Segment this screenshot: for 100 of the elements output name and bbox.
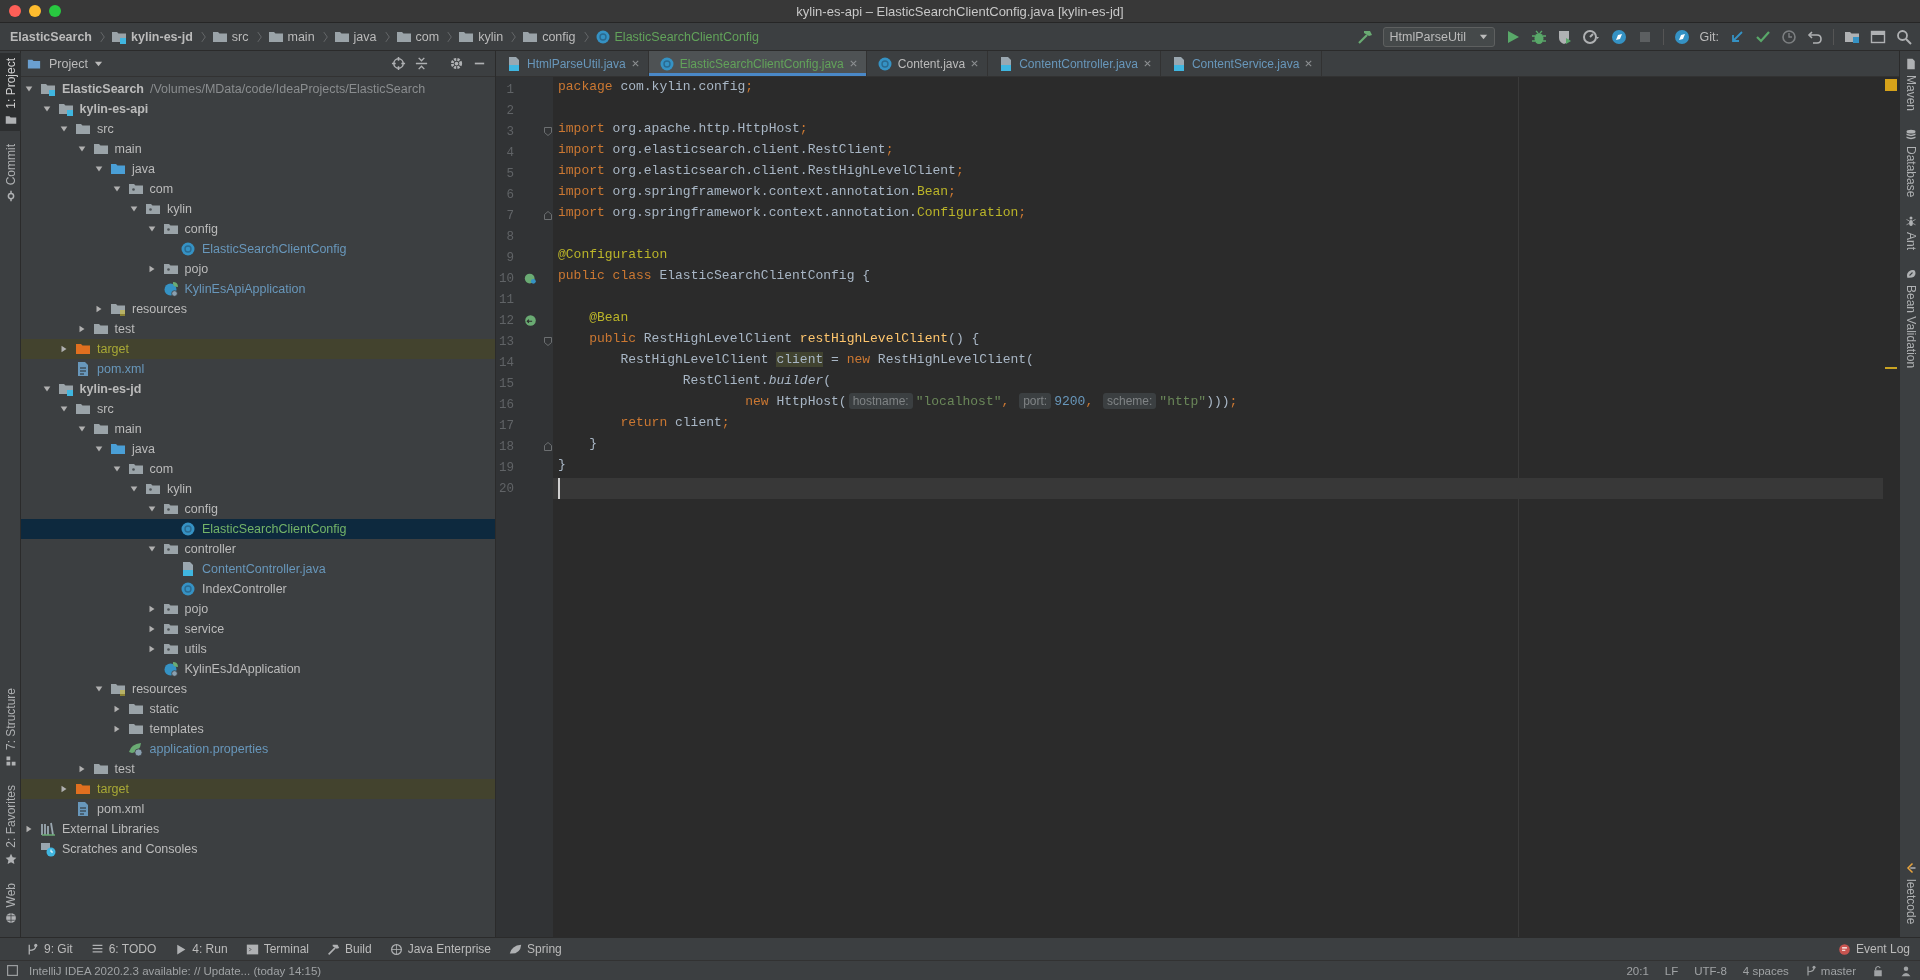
triangle-down-icon[interactable] xyxy=(76,424,87,434)
tool-window-button[interactable]: Build xyxy=(327,942,372,956)
tree-item[interactable]: pojo xyxy=(21,599,495,619)
editor-tab[interactable]: HtmlParseUtil.java xyxy=(496,51,649,76)
breadcrumb[interactable]: kylin-es-jd xyxy=(111,28,193,45)
tool-window-button[interactable]: 4: Run xyxy=(174,942,228,956)
search-icon[interactable] xyxy=(1896,28,1912,45)
tree-item[interactable]: controller xyxy=(21,539,495,559)
tree-item[interactable]: ContentController.java xyxy=(21,559,495,579)
tree-item[interactable]: service xyxy=(21,619,495,639)
editor-tab[interactable]: ContentService.java xyxy=(1160,51,1323,76)
zoom-button[interactable] xyxy=(49,5,61,17)
breadcrumb[interactable]: ElasticSearch xyxy=(10,29,92,44)
tree-item[interactable]: main xyxy=(21,419,495,439)
window-icon[interactable] xyxy=(1870,28,1886,45)
tree-item[interactable]: utils xyxy=(21,639,495,659)
panel-toggle-icon[interactable] xyxy=(6,964,19,977)
triangle-down-icon[interactable] xyxy=(129,204,139,214)
tree-item[interactable]: IndexController xyxy=(21,579,495,599)
tree-item[interactable]: static xyxy=(21,699,495,719)
tree-item[interactable]: com xyxy=(21,459,495,479)
triangle-down-icon[interactable] xyxy=(94,164,104,174)
tree-item[interactable]: target xyxy=(21,779,495,799)
status-widget[interactable]: 20:1 xyxy=(1626,964,1649,977)
tool-window-button[interactable]: Database xyxy=(1900,124,1920,203)
tree-item[interactable]: pojo xyxy=(21,259,495,279)
run-configuration-dropdown[interactable]: HtmlParseUtil xyxy=(1382,26,1495,47)
tool-window-button[interactable]: 6: TODO xyxy=(90,942,157,956)
branch-widget[interactable]: master xyxy=(1804,964,1856,977)
tree-item[interactable]: test xyxy=(21,759,495,779)
tree-item[interactable]: src xyxy=(21,119,495,139)
breadcrumb[interactable]: java xyxy=(333,28,377,45)
breadcrumb[interactable]: main xyxy=(267,28,315,45)
tree-item[interactable]: kylin-es-jd xyxy=(21,379,495,399)
project-view-dropdown[interactable]: Project xyxy=(49,56,103,71)
tree-item[interactable]: External Libraries xyxy=(21,819,495,839)
triangle-down-icon[interactable] xyxy=(146,224,157,234)
tree-item[interactable]: pom.xml xyxy=(21,799,495,819)
minimize-button[interactable] xyxy=(29,5,41,17)
triangle-down-icon[interactable] xyxy=(146,504,157,514)
tree-item[interactable]: KylinEsJdApplication xyxy=(21,659,495,679)
tree-item[interactable]: ElasticSearchClientConfig xyxy=(21,519,495,539)
status-widget[interactable]: LF xyxy=(1664,964,1679,977)
tree-item[interactable]: config xyxy=(21,499,495,519)
triangle-down-icon[interactable] xyxy=(24,84,34,94)
tree-item[interactable]: resources xyxy=(21,679,495,699)
tool-window-button[interactable]: Java Enterprise xyxy=(389,942,492,956)
tool-window-button[interactable]: Ant xyxy=(1900,210,1920,256)
triangle-down-icon[interactable] xyxy=(111,184,122,194)
gauge-icon[interactable] xyxy=(1582,28,1601,45)
tool-window-button[interactable]: Commit xyxy=(0,138,21,208)
triangle-right-icon[interactable] xyxy=(59,784,69,794)
close-icon[interactable] xyxy=(1142,59,1152,68)
tool-window-button[interactable]: Web xyxy=(0,877,21,929)
tool-window-button[interactable]: 2: Favorites xyxy=(0,779,21,870)
tree-item[interactable]: pom.xml xyxy=(21,359,495,379)
tool-window-button[interactable]: Spring xyxy=(509,942,562,956)
settings-icon[interactable] xyxy=(449,56,464,71)
triangle-down-icon[interactable] xyxy=(59,404,69,414)
triangle-down-icon[interactable] xyxy=(129,484,139,494)
tree-item[interactable]: com xyxy=(21,179,495,199)
tree-item[interactable]: main xyxy=(21,139,495,159)
tree-item[interactable]: java xyxy=(21,439,495,459)
triangle-down-icon[interactable] xyxy=(146,544,157,554)
event-log-button[interactable]: Event Log xyxy=(1837,942,1910,956)
breadcrumb[interactable]: com xyxy=(395,28,440,45)
breadcrumb[interactable]: src xyxy=(211,28,249,45)
tool-window-button[interactable]: Bean Validation xyxy=(1900,263,1920,374)
breadcrumb[interactable]: kylin xyxy=(458,28,504,45)
tree-item[interactable]: kylin xyxy=(21,479,495,499)
tool-window-button[interactable]: Terminal xyxy=(245,942,309,956)
compass-icon[interactable] xyxy=(1673,28,1690,45)
tree-item[interactable]: resources xyxy=(21,299,495,319)
crosshair-icon[interactable] xyxy=(391,56,406,71)
status-widget[interactable]: UTF-8 xyxy=(1694,964,1727,977)
tree-item[interactable]: application.properties xyxy=(21,739,495,759)
tree-item[interactable]: test xyxy=(21,319,495,339)
fold-marker-icon[interactable] xyxy=(543,210,553,221)
tree-item[interactable]: ElasticSearchClientConfig xyxy=(21,239,495,259)
tree-item[interactable]: java xyxy=(21,159,495,179)
editor-tab[interactable]: ContentController.java xyxy=(988,51,1161,76)
triangle-right-icon[interactable] xyxy=(59,344,69,354)
clock-icon[interactable] xyxy=(1781,28,1797,45)
tool-window-button[interactable]: 7: Structure xyxy=(0,682,21,772)
editor-tab[interactable]: Content.java xyxy=(866,51,989,76)
tool-window-button[interactable]: Maven xyxy=(1900,53,1920,117)
triangle-down-icon[interactable] xyxy=(111,464,122,474)
triangle-down-icon[interactable] xyxy=(41,104,52,114)
triangle-right-icon[interactable] xyxy=(24,824,34,834)
fold-marker-icon[interactable] xyxy=(543,336,553,347)
close-icon[interactable] xyxy=(630,59,640,68)
tree-item[interactable]: ElasticSearch /Volumes/MData/code/IdeaProjects/ElasticSearch xyxy=(21,79,495,99)
tree-item[interactable]: kylin xyxy=(21,199,495,219)
bug-icon[interactable] xyxy=(1530,28,1547,45)
status-widget[interactable]: 4 spaces xyxy=(1742,964,1789,977)
close-button[interactable] xyxy=(9,5,21,17)
padlock-icon[interactable] xyxy=(1872,964,1884,977)
close-icon[interactable] xyxy=(1304,59,1314,68)
fold-marker-icon[interactable] xyxy=(543,126,553,137)
tool-window-button[interactable]: 9: Git xyxy=(26,942,73,956)
